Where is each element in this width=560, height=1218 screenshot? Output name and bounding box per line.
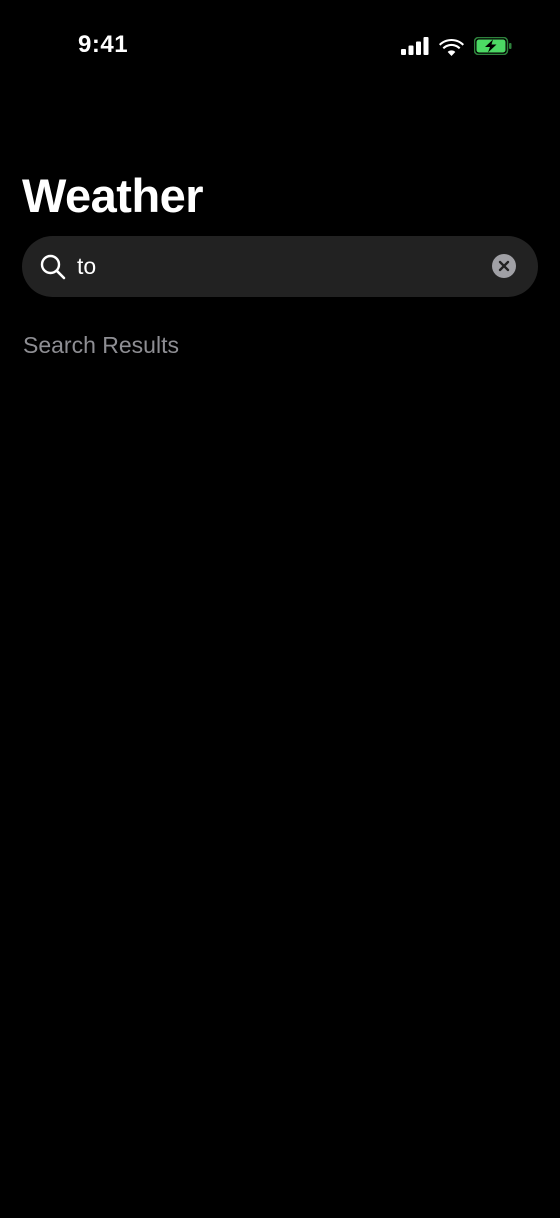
search-icon: [40, 254, 66, 280]
status-bar: 9:41: [0, 0, 560, 90]
battery-charging-icon: [473, 36, 512, 56]
cellular-signal-icon: [401, 37, 429, 55]
wifi-icon: [439, 37, 464, 56]
search-results-header: Search Results: [23, 332, 179, 358]
search-input[interactable]: [77, 248, 477, 284]
status-time: 9:41: [78, 31, 129, 58]
page-title: Weather: [22, 169, 204, 222]
status-icons: [401, 34, 512, 58]
search-bar[interactable]: [22, 236, 538, 297]
clear-text-icon[interactable]: [492, 254, 516, 278]
